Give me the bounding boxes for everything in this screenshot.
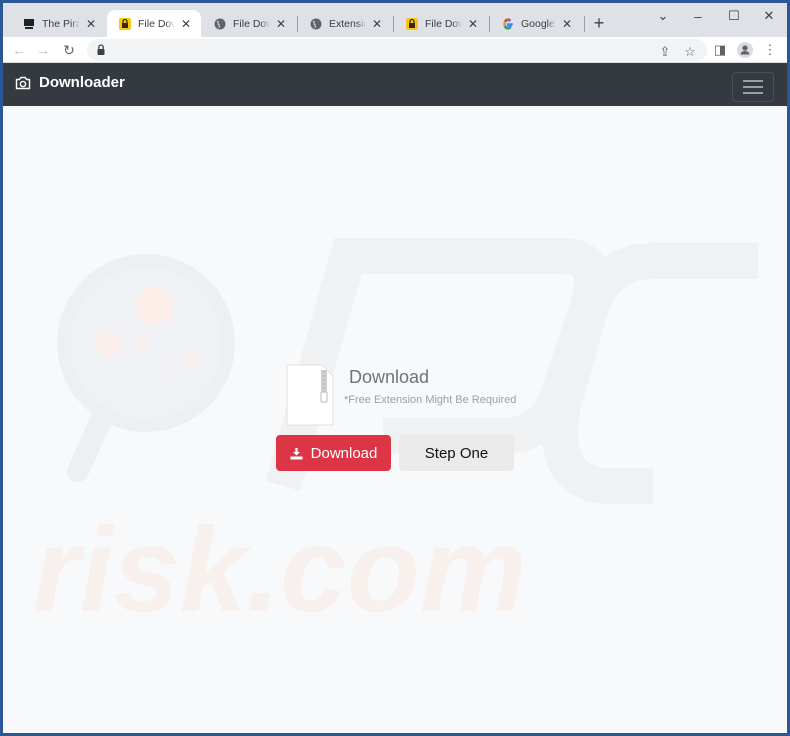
tab-title: Extension	[329, 17, 366, 30]
globe-icon	[214, 18, 226, 30]
tab-google[interactable]: Google ✕	[490, 10, 582, 37]
maximize-button[interactable]: ☐	[719, 5, 749, 27]
lock-icon	[97, 44, 105, 55]
close-icon[interactable]: ✕	[560, 17, 574, 31]
address-bar[interactable]: ⇪ ☆	[87, 39, 707, 61]
browser-toolbar: ← → ↻ ⇪ ☆ ◨ ⋮	[3, 37, 787, 63]
close-icon[interactable]: ✕	[84, 17, 98, 31]
download-button[interactable]: Download	[276, 435, 391, 471]
step-one-button[interactable]: Step One	[399, 435, 514, 471]
browser-window: The Pirate B ✕ File Downlo ✕ File Downlo…	[3, 3, 787, 733]
close-icon[interactable]: ✕	[466, 17, 480, 31]
tab-strip: The Pirate B ✕ File Downlo ✕ File Downlo…	[3, 3, 787, 37]
google-icon	[502, 17, 514, 30]
reload-button[interactable]: ↻	[59, 40, 79, 60]
zip-file-icon	[286, 364, 334, 426]
page-content: risk.com Download *Free Extension Might …	[3, 106, 787, 733]
tab-pirate[interactable]: The Pirate B ✕	[11, 10, 106, 37]
tab-title: The Pirate B	[42, 17, 80, 30]
share-icon[interactable]: ⇪	[655, 42, 675, 62]
forward-button[interactable]: →	[33, 40, 53, 60]
camera-icon	[15, 76, 31, 89]
yellow-lock-icon	[119, 17, 131, 30]
hamburger-line	[743, 86, 763, 88]
brand-name: Downloader	[39, 74, 125, 91]
back-button[interactable]: ←	[9, 40, 29, 60]
hamburger-line	[743, 92, 763, 94]
tab-separator	[584, 16, 585, 32]
tab-title: Google	[521, 17, 555, 30]
tab-title: File Downlo	[425, 17, 462, 30]
new-tab-button[interactable]: +	[588, 12, 610, 34]
tab-search-button[interactable]: ⌄	[648, 5, 678, 27]
side-panel-icon[interactable]: ◨	[710, 40, 730, 60]
download-subtitle: *Free Extension Might Be Required	[344, 394, 517, 406]
minimize-button[interactable]: –	[683, 5, 713, 27]
close-icon[interactable]: ✕	[274, 17, 288, 31]
yellow-lock-icon	[406, 17, 418, 30]
close-window-button[interactable]: ✕	[754, 5, 784, 27]
pcrisk-watermark: risk.com	[33, 238, 758, 637]
hamburger-line	[743, 80, 763, 82]
watermark-text: risk.com	[33, 503, 527, 637]
tab-file-download-3[interactable]: File Downlo ✕	[394, 10, 488, 37]
tab-title: File Downlo	[138, 17, 175, 30]
site-navbar: Downloader	[3, 63, 787, 106]
tab-file-download-2[interactable]: File Downlo ✕	[202, 10, 296, 37]
navbar-toggler-button[interactable]	[732, 72, 774, 102]
tab-title: File Downlo	[233, 17, 270, 30]
download-title: Download	[349, 367, 430, 387]
bookmark-star-icon[interactable]: ☆	[680, 42, 700, 62]
download-icon	[290, 447, 303, 459]
browser-menu-icon[interactable]: ⋮	[760, 40, 780, 60]
tab-file-download-active[interactable]: File Downlo ✕	[107, 10, 201, 37]
globe-icon	[310, 18, 322, 30]
tab-extension[interactable]: Extension ✕	[298, 10, 392, 37]
brand-link[interactable]: Downloader	[15, 74, 125, 91]
close-icon[interactable]: ✕	[370, 17, 384, 31]
download-button-label: Download	[310, 444, 378, 462]
close-icon[interactable]: ✕	[179, 17, 193, 31]
pirate-ship-icon	[23, 18, 35, 30]
step-one-button-label: Step One	[424, 444, 489, 462]
profile-avatar[interactable]	[735, 40, 755, 60]
